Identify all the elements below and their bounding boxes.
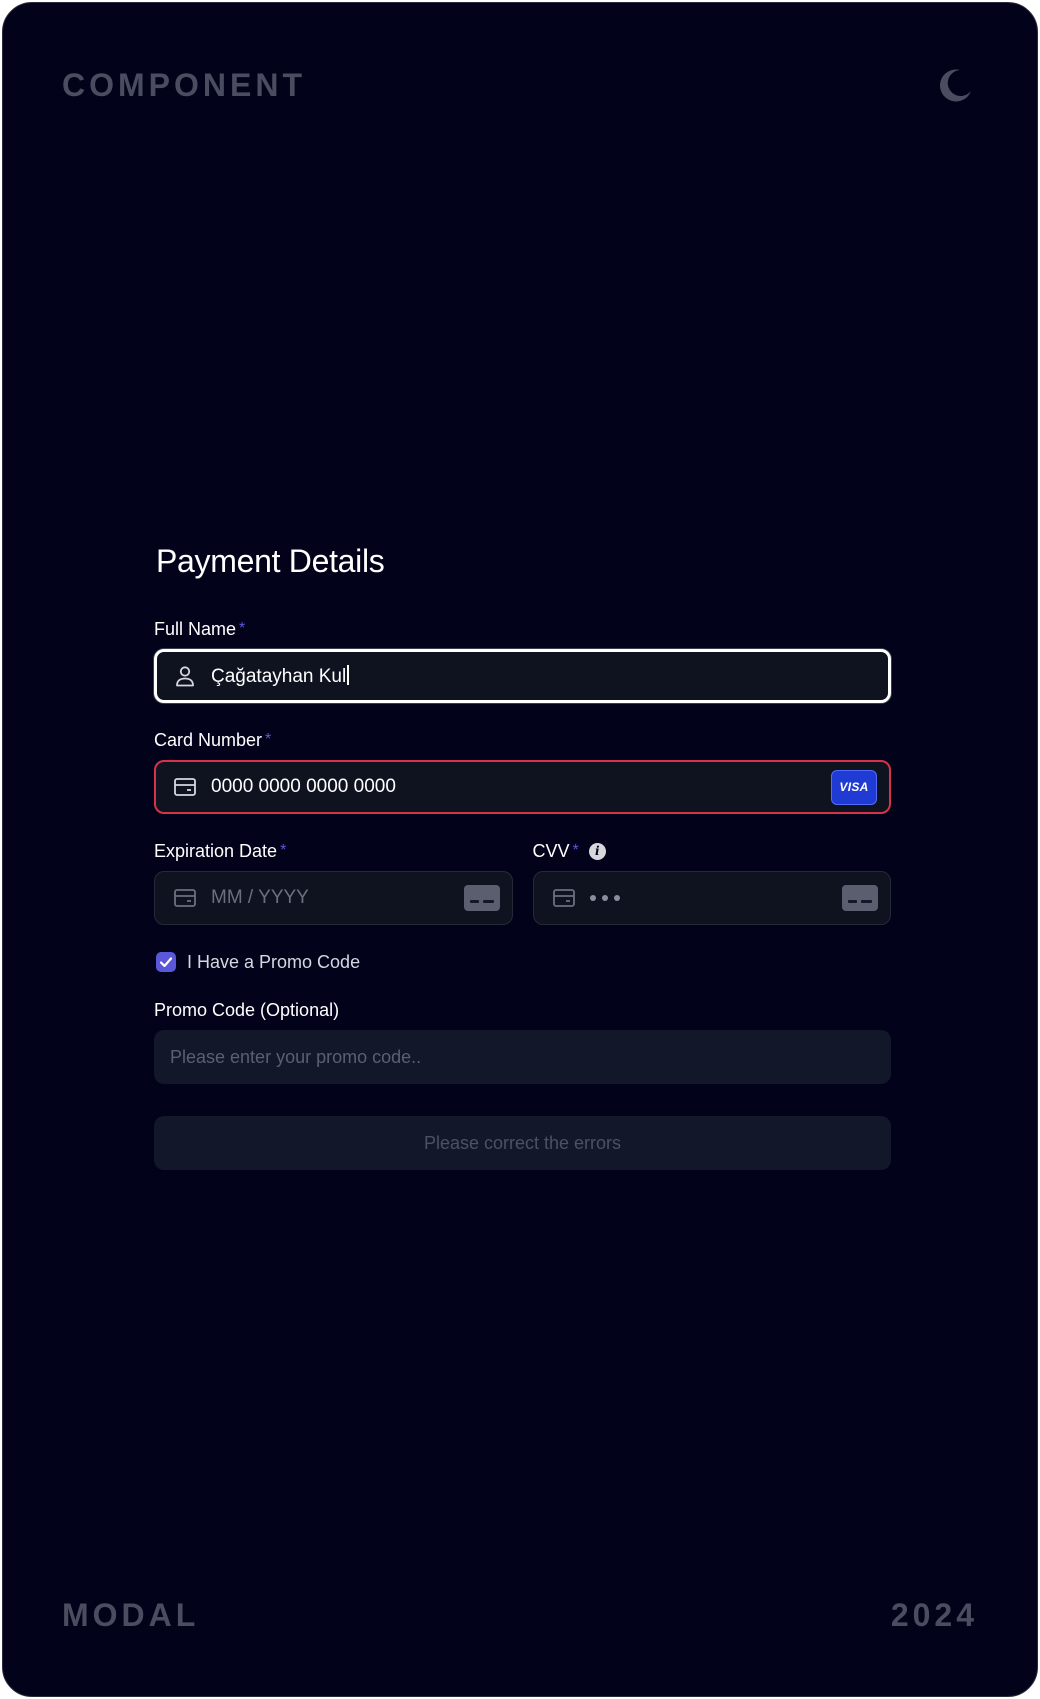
required-mark: * — [280, 842, 287, 859]
expiration-date-group: Expiration Date * MM / YYYY — [154, 840, 513, 925]
component-frame: COMPONENT Payment Details Full Name * Ça… — [2, 2, 1038, 1697]
submit-button[interactable]: Please correct the errors — [154, 1116, 891, 1170]
full-name-group: Full Name * Çağatayhan Kul — [154, 618, 891, 703]
promo-checkbox-row: I Have a Promo Code — [156, 949, 891, 975]
promo-code-placeholder: Please enter your promo code.. — [170, 1046, 422, 1067]
required-mark: * — [239, 620, 246, 637]
expiration-date-placeholder: MM / YYYY — [211, 887, 309, 908]
cvv-group: CVV * i — [532, 840, 892, 925]
cvv-input[interactable] — [532, 871, 891, 925]
payment-form: Payment Details Full Name * Çağatayhan K… — [154, 543, 891, 1170]
card-back-icon — [842, 885, 878, 911]
text-caret — [347, 664, 350, 685]
credit-card-icon — [173, 886, 197, 910]
full-name-input[interactable]: Çağatayhan Kul — [154, 649, 891, 703]
check-icon — [159, 957, 173, 968]
submit-button-label: Please correct the errors — [423, 1132, 622, 1153]
credit-card-icon — [173, 775, 197, 799]
full-name-label: Full Name * — [154, 618, 246, 639]
year-label: 2024 — [890, 1597, 978, 1633]
expiry-cvv-row: Expiration Date * MM / YYYY CVV * i — [154, 840, 891, 951]
modal-label: MODAL — [62, 1597, 200, 1633]
expiration-date-input[interactable]: MM / YYYY — [154, 871, 513, 925]
promo-checkbox-label[interactable]: I Have a Promo Code — [187, 952, 360, 973]
form-title: Payment Details — [156, 543, 385, 579]
card-number-label: Card Number * — [154, 729, 272, 750]
card-number-group: Card Number * 0000 0000 0000 0000 VISA — [154, 729, 891, 814]
promo-code-input[interactable]: Please enter your promo code.. — [154, 1030, 891, 1084]
info-icon[interactable]: i — [588, 842, 606, 860]
expiration-date-label: Expiration Date * — [154, 840, 287, 861]
cvv-masked-dots — [589, 895, 843, 901]
user-icon — [173, 664, 197, 688]
promo-checkbox[interactable] — [156, 952, 176, 972]
visa-brand-badge: VISA — [831, 769, 877, 805]
moon-icon[interactable] — [936, 67, 974, 105]
promo-code-label: Promo Code (Optional) — [154, 999, 340, 1020]
required-mark: * — [265, 731, 272, 748]
component-label: COMPONENT — [62, 67, 306, 103]
card-number-value: 0000 0000 0000 0000 — [211, 776, 396, 797]
required-mark: * — [572, 842, 579, 859]
card-number-input[interactable]: 0000 0000 0000 0000 VISA — [154, 760, 891, 814]
full-name-value: Çağatayhan Kul — [211, 664, 876, 688]
cvv-label: CVV * i — [533, 840, 892, 862]
credit-card-icon — [552, 886, 576, 910]
card-front-icon — [463, 885, 500, 911]
